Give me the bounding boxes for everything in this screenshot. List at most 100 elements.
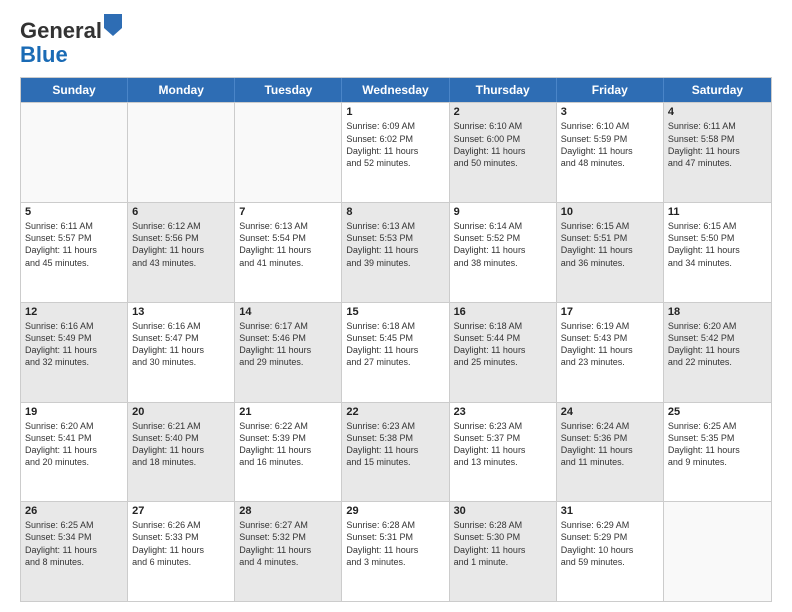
day-number: 17: [561, 306, 659, 318]
day-number: 26: [25, 505, 123, 517]
day-number: 28: [239, 505, 337, 517]
calendar-week-row: 12 Sunrise: 6:16 AM Sunset: 5:49 PM Dayli…: [21, 302, 771, 402]
day-info: Sunrise: 6:16 AM Sunset: 5:49 PM Dayligh…: [25, 320, 123, 369]
weekday-header: Tuesday: [235, 78, 342, 102]
calendar-cell: 23Sunrise: 6:23 AM Sunset: 5:37 PM Dayli…: [450, 403, 557, 502]
day-info: Sunrise: 6:12 AM Sunset: 5:56 PM Dayligh…: [132, 220, 230, 269]
day-number: 3: [561, 106, 659, 118]
calendar-cell: 1 Sunrise: 6:09 AM Sunset: 6:02 PM Daylig…: [342, 103, 449, 202]
weekday-header: Friday: [557, 78, 664, 102]
calendar-cell: 26Sunrise: 6:25 AM Sunset: 5:34 PM Dayli…: [21, 502, 128, 601]
calendar-week-row: 19 Sunrise: 6:20 AM Sunset: 5:41 PM Dayli…: [21, 402, 771, 502]
calendar-cell: 3 Sunrise: 6:10 AM Sunset: 5:59 PM Daylig…: [557, 103, 664, 202]
calendar-cell: 9 Sunrise: 6:14 AM Sunset: 5:52 PM Daylig…: [450, 203, 557, 302]
calendar-cell: [128, 103, 235, 202]
day-number: 20: [132, 406, 230, 418]
day-number: 23: [454, 406, 552, 418]
calendar-cell: 27 Sunrise: 6:26 AM Sunset: 5:33 PM Dayli…: [128, 502, 235, 601]
calendar-cell: 30 Sunrise: 6:28 AM Sunset: 5:30 PM Dayli…: [450, 502, 557, 601]
day-number: 31: [561, 505, 659, 517]
calendar-cell: 19 Sunrise: 6:20 AM Sunset: 5:41 PM Dayli…: [21, 403, 128, 502]
weekday-header: Wednesday: [342, 78, 449, 102]
calendar-cell: 16Sunrise: 6:18 AM Sunset: 5:44 PM Dayli…: [450, 303, 557, 402]
day-number: 9: [454, 206, 552, 218]
logo-icon: [104, 14, 122, 36]
calendar-cell: 7Sunrise: 6:13 AM Sunset: 5:54 PM Daylig…: [235, 203, 342, 302]
day-number: 19: [25, 406, 123, 418]
calendar-week-row: 26Sunrise: 6:25 AM Sunset: 5:34 PM Dayli…: [21, 501, 771, 601]
day-number: 4: [668, 106, 767, 118]
day-number: 10: [561, 206, 659, 218]
day-number: 29: [346, 505, 444, 517]
day-number: 1: [346, 106, 444, 118]
day-info: Sunrise: 6:18 AM Sunset: 5:45 PM Dayligh…: [346, 320, 444, 369]
day-info: Sunrise: 6:13 AM Sunset: 5:54 PM Dayligh…: [239, 220, 337, 269]
page: General Blue SundayMondayTuesdayWednesda…: [0, 0, 792, 612]
day-info: Sunrise: 6:15 AM Sunset: 5:51 PM Dayligh…: [561, 220, 659, 269]
calendar-cell: 20 Sunrise: 6:21 AM Sunset: 5:40 PM Dayli…: [128, 403, 235, 502]
day-number: 25: [668, 406, 767, 418]
day-info: Sunrise: 6:10 AM Sunset: 5:59 PM Dayligh…: [561, 120, 659, 169]
calendar-week-row: 1 Sunrise: 6:09 AM Sunset: 6:02 PM Daylig…: [21, 102, 771, 202]
calendar-cell: 28 Sunrise: 6:27 AM Sunset: 5:32 PM Dayli…: [235, 502, 342, 601]
calendar-cell: [664, 502, 771, 601]
calendar-cell: 15Sunrise: 6:18 AM Sunset: 5:45 PM Dayli…: [342, 303, 449, 402]
day-info: Sunrise: 6:28 AM Sunset: 5:31 PM Dayligh…: [346, 519, 444, 568]
day-number: 13: [132, 306, 230, 318]
day-number: 5: [25, 206, 123, 218]
day-info: Sunrise: 6:21 AM Sunset: 5:40 PM Dayligh…: [132, 420, 230, 469]
day-info: Sunrise: 6:20 AM Sunset: 5:42 PM Dayligh…: [668, 320, 767, 369]
day-number: 14: [239, 306, 337, 318]
day-info: Sunrise: 6:09 AM Sunset: 6:02 PM Dayligh…: [346, 120, 444, 169]
day-number: 27: [132, 505, 230, 517]
day-info: Sunrise: 6:10 AM Sunset: 6:00 PM Dayligh…: [454, 120, 552, 169]
day-info: Sunrise: 6:23 AM Sunset: 5:38 PM Dayligh…: [346, 420, 444, 469]
day-number: 21: [239, 406, 337, 418]
calendar-cell: 6 Sunrise: 6:12 AM Sunset: 5:56 PM Daylig…: [128, 203, 235, 302]
calendar-cell: 13 Sunrise: 6:16 AM Sunset: 5:47 PM Dayli…: [128, 303, 235, 402]
day-info: Sunrise: 6:11 AM Sunset: 5:57 PM Dayligh…: [25, 220, 123, 269]
day-number: 22: [346, 406, 444, 418]
calendar-week-row: 5 Sunrise: 6:11 AM Sunset: 5:57 PM Daylig…: [21, 202, 771, 302]
day-info: Sunrise: 6:27 AM Sunset: 5:32 PM Dayligh…: [239, 519, 337, 568]
day-info: Sunrise: 6:14 AM Sunset: 5:52 PM Dayligh…: [454, 220, 552, 269]
calendar-cell: 22 Sunrise: 6:23 AM Sunset: 5:38 PM Dayli…: [342, 403, 449, 502]
day-info: Sunrise: 6:15 AM Sunset: 5:50 PM Dayligh…: [668, 220, 767, 269]
day-number: 12: [25, 306, 123, 318]
day-info: Sunrise: 6:19 AM Sunset: 5:43 PM Dayligh…: [561, 320, 659, 369]
calendar-cell: 11 Sunrise: 6:15 AM Sunset: 5:50 PM Dayli…: [664, 203, 771, 302]
day-number: 11: [668, 206, 767, 218]
day-number: 30: [454, 505, 552, 517]
day-info: Sunrise: 6:20 AM Sunset: 5:41 PM Dayligh…: [25, 420, 123, 469]
day-info: Sunrise: 6:28 AM Sunset: 5:30 PM Dayligh…: [454, 519, 552, 568]
day-info: Sunrise: 6:16 AM Sunset: 5:47 PM Dayligh…: [132, 320, 230, 369]
day-info: Sunrise: 6:29 AM Sunset: 5:29 PM Dayligh…: [561, 519, 659, 568]
calendar-cell: 4Sunrise: 6:11 AM Sunset: 5:58 PM Daylig…: [664, 103, 771, 202]
day-info: Sunrise: 6:22 AM Sunset: 5:39 PM Dayligh…: [239, 420, 337, 469]
day-info: Sunrise: 6:26 AM Sunset: 5:33 PM Dayligh…: [132, 519, 230, 568]
calendar-cell: [21, 103, 128, 202]
header: General Blue: [20, 16, 772, 67]
day-info: Sunrise: 6:17 AM Sunset: 5:46 PM Dayligh…: [239, 320, 337, 369]
weekday-header: Monday: [128, 78, 235, 102]
day-info: Sunrise: 6:25 AM Sunset: 5:35 PM Dayligh…: [668, 420, 767, 469]
weekday-header: Thursday: [450, 78, 557, 102]
calendar-cell: 8Sunrise: 6:13 AM Sunset: 5:53 PM Daylig…: [342, 203, 449, 302]
calendar-cell: 12 Sunrise: 6:16 AM Sunset: 5:49 PM Dayli…: [21, 303, 128, 402]
calendar-cell: 2 Sunrise: 6:10 AM Sunset: 6:00 PM Daylig…: [450, 103, 557, 202]
calendar-cell: 21 Sunrise: 6:22 AM Sunset: 5:39 PM Dayli…: [235, 403, 342, 502]
calendar-cell: 14 Sunrise: 6:17 AM Sunset: 5:46 PM Dayli…: [235, 303, 342, 402]
day-number: 8: [346, 206, 444, 218]
logo-general: General: [20, 18, 102, 43]
day-info: Sunrise: 6:18 AM Sunset: 5:44 PM Dayligh…: [454, 320, 552, 369]
day-number: 6: [132, 206, 230, 218]
weekday-header: Sunday: [21, 78, 128, 102]
calendar-cell: [235, 103, 342, 202]
calendar-body: 1 Sunrise: 6:09 AM Sunset: 6:02 PM Daylig…: [21, 102, 771, 601]
day-number: 2: [454, 106, 552, 118]
logo: General Blue: [20, 16, 122, 67]
calendar-cell: 31 Sunrise: 6:29 AM Sunset: 5:29 PM Dayli…: [557, 502, 664, 601]
logo-blue: Blue: [20, 42, 68, 67]
day-info: Sunrise: 6:24 AM Sunset: 5:36 PM Dayligh…: [561, 420, 659, 469]
calendar-header: SundayMondayTuesdayWednesdayThursdayFrid…: [21, 78, 771, 102]
